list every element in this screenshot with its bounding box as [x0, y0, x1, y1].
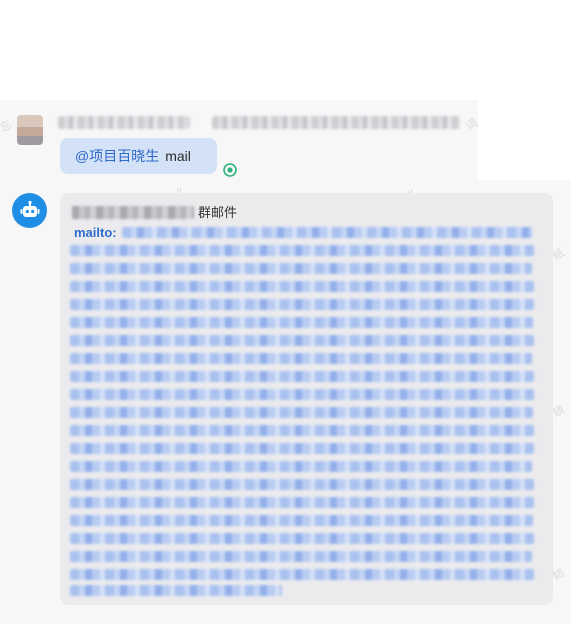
robot-icon[interactable]: [12, 193, 47, 228]
read-receipt-icon: [223, 163, 237, 177]
group-mail-label: 群邮件: [198, 205, 238, 220]
mail-link-redacted[interactable]: [70, 223, 536, 596]
mailto-link[interactable]: mailto:: [74, 225, 117, 240]
mention-link[interactable]: @项目百晓生: [75, 146, 159, 166]
message-text: mail: [165, 148, 191, 164]
message-time-redacted: [212, 116, 460, 129]
sender-redacted: [72, 206, 194, 219]
avatar[interactable]: [17, 115, 43, 145]
chat-area-gap: [478, 100, 571, 180]
sender-name-redacted: [58, 116, 190, 129]
sent-message-bubble[interactable]: @项目百晓生 mail: [60, 138, 217, 174]
